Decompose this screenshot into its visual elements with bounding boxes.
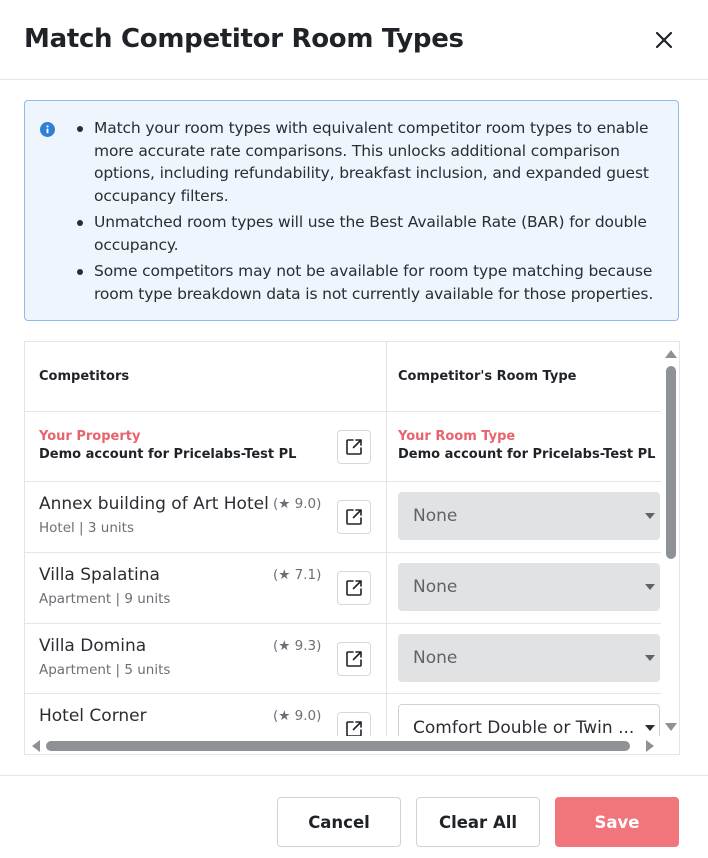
competitor-meta: Apartment | 5 units	[39, 662, 171, 678]
your-room-type-label: Your Room Type	[398, 429, 516, 444]
rating-text: (★ 9.3)	[273, 638, 322, 654]
select-value: None	[413, 506, 458, 526]
external-link-icon	[346, 439, 362, 455]
modal-title: Match Competitor Room Types	[24, 24, 464, 54]
open-competitor-link-button[interactable]	[337, 571, 371, 605]
chevron-down-icon	[645, 513, 655, 519]
your-property-label: Your Property	[39, 429, 141, 444]
chevron-down-icon	[645, 655, 655, 661]
external-link-icon	[346, 580, 362, 596]
cancel-button[interactable]: Cancel	[277, 797, 401, 847]
competitor-meta: Hotel | 3 units	[39, 520, 134, 536]
room-type-select[interactable]: None	[398, 563, 660, 611]
modal-footer: Cancel Clear All Save	[0, 775, 708, 858]
horizontal-scroll-thumb[interactable]	[46, 741, 630, 751]
competitor-rating: (★ 7.1)	[273, 567, 321, 583]
scroll-right-arrow-icon[interactable]	[645, 739, 655, 753]
scroll-up-arrow-icon[interactable]	[664, 349, 678, 359]
chevron-down-icon	[645, 725, 655, 731]
save-button[interactable]: Save	[555, 797, 679, 847]
table-row: Villa Spalatina (★ 7.1) Apartment | 9 un…	[25, 553, 661, 624]
competitor-name: Hotel Corner	[39, 706, 147, 726]
close-icon	[655, 31, 673, 49]
competitor-name: Annex building of Art Hotel	[39, 494, 269, 514]
select-value: Comfort Double or Twin ...	[413, 718, 635, 738]
competitor-name: Villa Domina	[39, 636, 147, 656]
open-competitor-link-button[interactable]	[337, 642, 371, 676]
vertical-scroll-thumb[interactable]	[666, 366, 676, 559]
column-header-room-type: Competitor's Room Type	[398, 369, 577, 384]
column-header-competitors: Competitors	[39, 369, 130, 384]
competitor-rating: (★ 9.0)	[273, 708, 321, 724]
select-value: None	[413, 648, 458, 668]
close-button[interactable]	[650, 26, 678, 54]
rating-text: (★ 9.0)	[273, 708, 322, 724]
info-list: Match your room types with equivalent co…	[75, 117, 675, 309]
info-banner: Match your room types with equivalent co…	[24, 100, 679, 321]
info-item: Match your room types with equivalent co…	[75, 117, 675, 207]
competitor-rating: (★ 9.0)	[273, 496, 321, 512]
own-property-row: Your Property Demo account for Pricelabs…	[25, 412, 661, 482]
clear-all-button[interactable]: Clear All	[416, 797, 540, 847]
info-item: Unmatched room types will use the Best A…	[75, 211, 675, 256]
scroll-left-arrow-icon[interactable]	[31, 739, 41, 753]
your-room-type-name: Demo account for Pricelabs-Test PL	[398, 447, 656, 462]
scroll-down-arrow-icon[interactable]	[664, 722, 678, 732]
vertical-scrollbar[interactable]	[661, 342, 679, 742]
open-competitor-link-button[interactable]	[337, 500, 371, 534]
table-row: Annex building of Art Hotel (★ 9.0) Hote…	[25, 482, 661, 553]
room-type-select[interactable]: None	[398, 492, 660, 540]
open-property-link-button[interactable]	[337, 430, 371, 464]
competitor-meta: Apartment | 9 units	[39, 591, 171, 607]
rating-text: (★ 9.0)	[273, 496, 322, 512]
your-property-name: Demo account for Pricelabs-Test PL	[39, 447, 297, 462]
external-link-icon	[346, 651, 362, 667]
chevron-down-icon	[645, 584, 655, 590]
external-link-icon	[346, 509, 362, 525]
table-row: Villa Domina (★ 9.3) Apartment | 5 units…	[25, 624, 661, 694]
room-type-select[interactable]: None	[398, 634, 660, 682]
room-type-table: Competitors Competitor's Room Type Your …	[24, 341, 680, 755]
rating-text: (★ 7.1)	[273, 567, 322, 583]
match-room-types-modal: Match Competitor Room Types Match your r…	[0, 0, 708, 858]
select-value: None	[413, 577, 458, 597]
table-header-row: Competitors Competitor's Room Type	[25, 342, 661, 412]
competitor-rating: (★ 9.3)	[273, 638, 321, 654]
modal-header: Match Competitor Room Types	[0, 0, 708, 80]
horizontal-scrollbar[interactable]	[25, 736, 661, 754]
info-icon	[40, 122, 55, 137]
competitor-name: Villa Spalatina	[39, 565, 160, 585]
info-item: Some competitors may not be available fo…	[75, 260, 675, 305]
